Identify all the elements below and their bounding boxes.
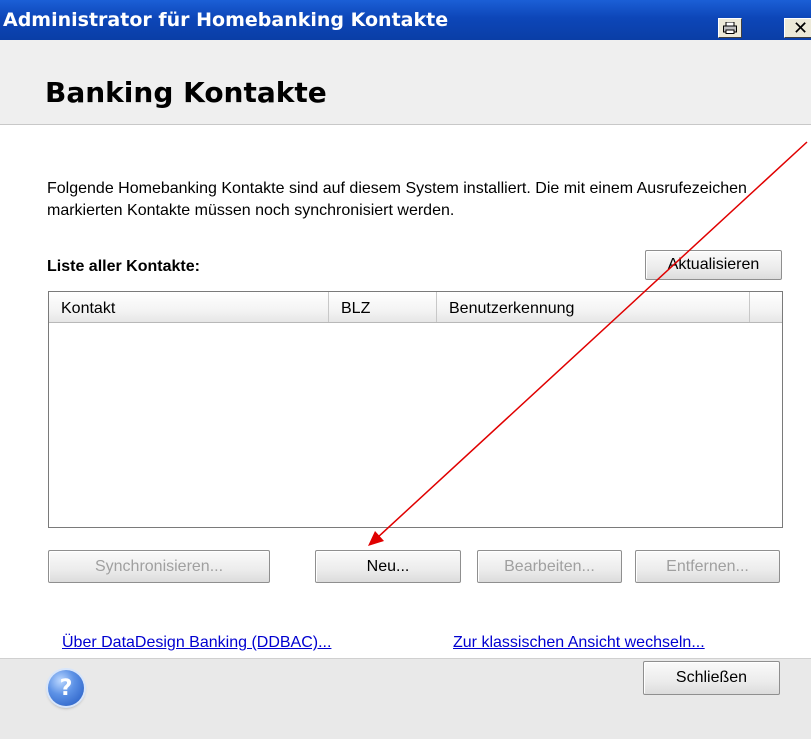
about-ddbac-link[interactable]: Über DataDesign Banking (DDBAC)... bbox=[62, 634, 331, 652]
print-icon bbox=[723, 22, 737, 34]
window-title: Administrator für Homebanking Kontakte bbox=[3, 9, 449, 31]
contact-list-header: Kontakt BLZ Benutzerkennung bbox=[49, 292, 782, 323]
annotation-arrow-head bbox=[368, 531, 384, 546]
remove-contact-button[interactable]: Entfernen... bbox=[635, 550, 780, 583]
page-title: Banking Kontakte bbox=[45, 76, 327, 109]
description-text: Folgende Homebanking Kontakte sind auf d… bbox=[47, 180, 747, 219]
synchronize-button[interactable]: Synchronisieren... bbox=[48, 550, 270, 583]
title-bar[interactable]: Administrator für Homebanking Kontakte ✕ bbox=[0, 0, 811, 40]
column-header-kontakt[interactable]: Kontakt bbox=[49, 292, 329, 322]
dialog-window: Administrator für Homebanking Kontakte ✕… bbox=[0, 0, 811, 739]
refresh-button[interactable]: Aktualisieren bbox=[645, 250, 782, 280]
column-header-filler bbox=[750, 292, 782, 322]
contact-list[interactable]: Kontakt BLZ Benutzerkennung bbox=[48, 291, 783, 528]
close-window-button[interactable]: ✕ bbox=[784, 18, 811, 39]
close-button[interactable]: Schließen bbox=[643, 661, 780, 695]
edit-contact-button[interactable]: Bearbeiten... bbox=[477, 550, 622, 583]
help-icon[interactable]: ? bbox=[48, 670, 84, 706]
contact-list-label: Liste aller Kontakte: bbox=[47, 258, 200, 275]
classic-view-link[interactable]: Zur klassischen Ansicht wechseln... bbox=[453, 634, 705, 652]
column-header-benutzerkennung[interactable]: Benutzerkennung bbox=[437, 292, 750, 322]
close-icon: ✕ bbox=[793, 18, 809, 39]
print-button[interactable] bbox=[718, 18, 742, 38]
page-header: Banking Kontakte bbox=[0, 40, 811, 125]
new-contact-button[interactable]: Neu... bbox=[315, 550, 461, 583]
column-header-blz[interactable]: BLZ bbox=[329, 292, 437, 322]
